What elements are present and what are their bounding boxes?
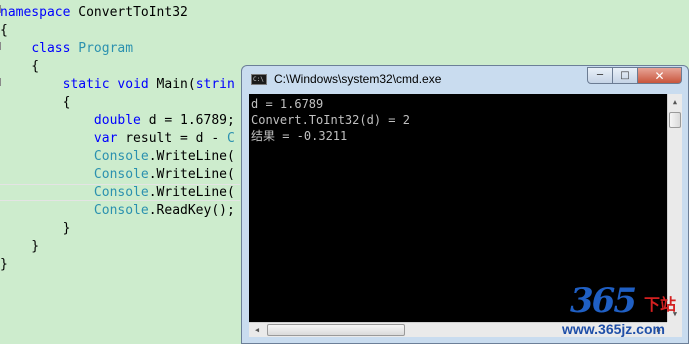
namespace-name: ConvertToInt32: [78, 5, 188, 20]
code-line: }: [0, 221, 71, 236]
window-controls: ─ □ ✕: [587, 67, 682, 85]
cmd-icon[interactable]: C:\: [251, 74, 267, 85]
code-line-namespace: namespace ConvertToInt32: [0, 4, 188, 22]
code-line-var: var result = d - C: [93, 131, 235, 146]
maximize-button[interactable]: □: [613, 67, 638, 84]
watermark-logo-text: 下站: [644, 295, 677, 314]
close-button[interactable]: ✕: [638, 67, 682, 84]
code-line-writeline: Console.WriteLine(: [93, 149, 235, 164]
code-line: }: [0, 257, 8, 272]
keyword: void: [117, 77, 149, 92]
watermark-url: www.365jz.com: [562, 321, 665, 337]
code-line-double: double d = 1.6789;: [93, 113, 235, 128]
console-line: Convert.ToInt32(d) = 2: [251, 113, 410, 127]
console-line: 结果 = -0.3211: [251, 129, 348, 143]
type-name: Console: [93, 185, 149, 200]
code-line-writeline: Console.WriteLine(: [93, 185, 235, 200]
type-name: Console: [93, 167, 149, 182]
code-line-class: class Program: [0, 40, 133, 58]
code-line-writeline: Console.WriteLine(: [93, 167, 235, 182]
class-name: Program: [78, 41, 134, 56]
scroll-left-icon[interactable]: ◀: [249, 323, 265, 337]
horizontal-scroll-thumb[interactable]: [267, 324, 405, 336]
scroll-up-icon[interactable]: ▲: [668, 94, 682, 110]
cmd-titlebar[interactable]: C:\ C:\Windows\system32\cmd.exe ─ □ ✕: [242, 66, 688, 94]
minimize-button[interactable]: ─: [587, 67, 613, 84]
console-line: d = 1.6789: [251, 97, 324, 111]
keyword: double: [93, 113, 141, 128]
keyword: class: [31, 41, 71, 56]
watermark-logo-number: 365: [570, 281, 637, 321]
vertical-scroll-thumb[interactable]: [669, 112, 681, 128]
code-line: {: [0, 23, 8, 38]
code-line-readkey: Console.ReadKey();: [93, 203, 235, 218]
keyword: static: [62, 77, 110, 92]
code-line-main: static void Main(strin: [62, 77, 235, 92]
keyword: namespace: [0, 5, 71, 20]
keyword: var: [93, 131, 118, 146]
code-line: }: [0, 239, 40, 254]
type-name: Console: [93, 203, 149, 218]
window-title: C:\Windows\system32\cmd.exe: [274, 72, 442, 86]
type-name: Console: [93, 149, 149, 164]
keyword: strin: [195, 77, 235, 92]
type-name: C: [226, 131, 235, 146]
code-line: {: [0, 95, 71, 110]
code-line: {: [0, 59, 40, 74]
site-watermark: 365 下站 www.365jz.com: [560, 281, 685, 341]
